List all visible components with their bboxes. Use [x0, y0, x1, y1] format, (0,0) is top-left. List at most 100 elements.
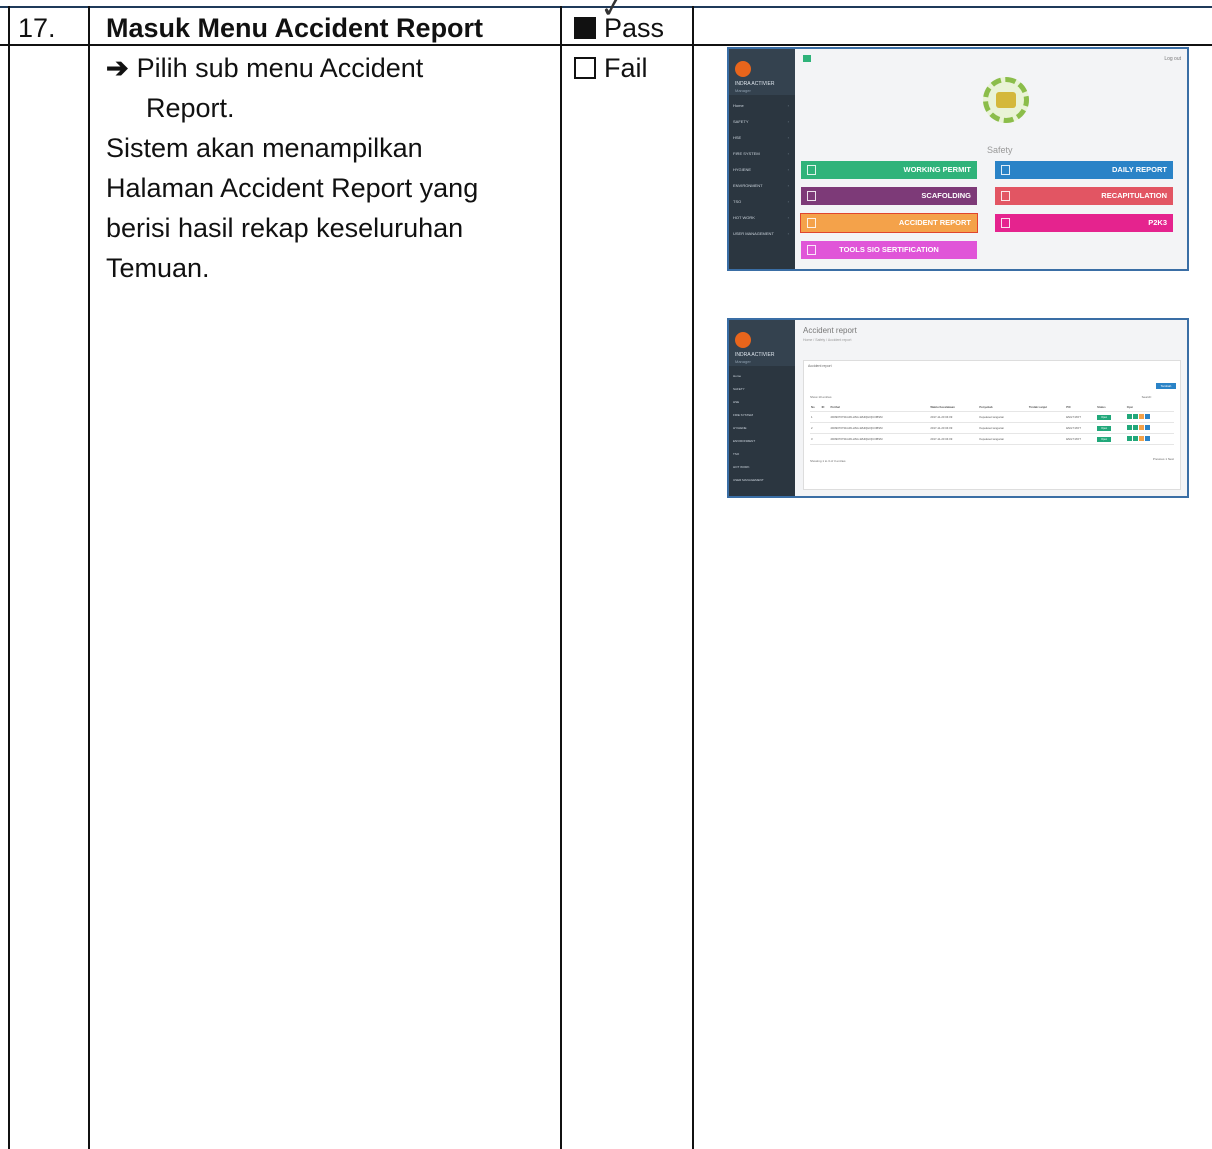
result-pass[interactable]: Pass — [574, 8, 664, 48]
cell-penyebab: Kepeleset tangucan — [978, 433, 1028, 445]
col-divider-1 — [88, 6, 90, 1149]
tile-accident-report[interactable]: ACCIDENT REPORT — [800, 213, 978, 233]
show-entries-select[interactable]: Show 10 entries — [810, 395, 832, 399]
edit-icon[interactable] — [1126, 414, 1132, 419]
fail-label: Fail — [604, 53, 648, 83]
tile-scafolding[interactable]: SCAFOLDING — [801, 187, 977, 205]
delete-icon[interactable] — [1144, 436, 1150, 441]
checkbox-checked-icon[interactable] — [574, 17, 596, 39]
sidebar-item[interactable]: FIRE SYSTEM — [733, 413, 791, 417]
sidebar-item[interactable]: TSO — [733, 452, 791, 456]
pagination[interactable]: Previous 1 Next — [1153, 457, 1174, 461]
sidebar-item[interactable]: HOT WORK — [733, 465, 791, 469]
users-icon — [807, 245, 816, 255]
cell-penyebab: Kepeleset tangucan — [978, 422, 1028, 434]
row-number: 17. — [18, 13, 56, 43]
sidebar-item[interactable]: SAFETY — [733, 387, 791, 391]
accident-report-panel: Accident report Tambah Show 10 entries S… — [803, 360, 1181, 490]
user-role: Manager — [735, 88, 751, 93]
view-icon[interactable] — [1132, 436, 1138, 441]
page-title: Accident report — [803, 326, 857, 335]
sidebar-item[interactable]: USER MANAGEMENT — [733, 478, 791, 482]
table-row: 2 2D09070731G09-HSG-WHD[HO]COBSM 2017-11… — [810, 422, 1174, 434]
col-header[interactable]: Status — [1096, 403, 1126, 412]
checkbox-empty-icon[interactable] — [574, 57, 596, 79]
cell-perihal: 2D09070731G09-HSG-WHD[HO]COBSM — [829, 433, 930, 445]
status-badge[interactable]: Open — [1097, 414, 1112, 420]
sidebar-item[interactable]: HSE — [733, 135, 791, 140]
table-row: 1 2D09070731G09-HSG-WHD[HO]COBSM 2017-11… — [810, 411, 1174, 423]
search-input[interactable]: Search: — [1142, 395, 1152, 399]
tile-tools-sio-sertification[interactable]: TOOLS SIO SERTIFICATION — [801, 241, 977, 259]
tile-recapitulation[interactable]: RECAPITULATION — [995, 187, 1173, 205]
sidebar-item[interactable]: HYGIENE — [733, 167, 791, 172]
edit-icon[interactable] — [1126, 436, 1132, 441]
cell-pic: ENGT MOT — [1065, 411, 1097, 423]
col-header[interactable]: Penyebab — [978, 403, 1028, 412]
sidebar-item[interactable]: TSO — [733, 199, 791, 204]
cell-penyebab: Kepeleset tangucan — [978, 411, 1028, 423]
description-line: Temuan. — [106, 253, 210, 283]
col-header[interactable]: PIC — [1065, 403, 1097, 412]
cell-no: 1 — [810, 411, 821, 423]
cell-waktu: 2017-11-20 04:09 — [929, 422, 979, 434]
sidebar-item[interactable]: HOT WORK — [733, 215, 791, 220]
description-line: berisi hasil rekap keseluruhan — [106, 213, 464, 243]
print-icon[interactable] — [1138, 436, 1144, 441]
user-role: Manager — [735, 359, 751, 364]
tile-working-permit[interactable]: WORKING PERMIT — [801, 161, 977, 179]
database-icon — [807, 165, 816, 175]
col-header[interactable]: Tindak Lanjut — [1027, 403, 1066, 412]
print-icon[interactable] — [1138, 414, 1144, 419]
col-header[interactable]: Waktu Kecelakaan — [929, 403, 979, 412]
document-icon — [1001, 165, 1010, 175]
sidebar-item[interactable]: Home — [733, 374, 791, 378]
tile-p2k3[interactable]: P2K3 — [995, 214, 1173, 232]
sidebar: INDRA ACTIVIER Manager Home SAFETY HSE F… — [729, 49, 795, 269]
cell-perihal: 2D09070731G09-HSG-WHD[HO]COBSM — [829, 411, 930, 423]
main-content: Log out Safety WORKING PERMIT DAILY REPO… — [797, 49, 1187, 269]
table-row: 3 2D09070731G09-HSG-WHD[HO]COBSM 2017-11… — [810, 433, 1174, 445]
document-icon — [1001, 191, 1010, 201]
delete-icon[interactable] — [1144, 425, 1150, 430]
col-header[interactable]: Opsi — [1125, 403, 1174, 412]
col-header[interactable]: ID — [820, 403, 830, 412]
delete-icon[interactable] — [1144, 414, 1150, 419]
sidebar-item[interactable]: USER MANAGEMENT — [733, 231, 791, 236]
sidebar-item[interactable]: ENVIRONMENT — [733, 439, 791, 443]
user-avatar — [735, 61, 751, 77]
cell-no: 2 — [810, 422, 821, 434]
screenshot-accident-report: INDRA ACTIVIER Manager Home SAFETY HSE F… — [727, 318, 1189, 498]
sidebar-item[interactable]: Home — [733, 103, 791, 108]
menu-toggle-icon[interactable] — [803, 55, 811, 62]
safety-logo-icon — [983, 77, 1029, 123]
wheelchair-icon — [807, 218, 816, 228]
arrow-icon: ➔ — [106, 53, 129, 83]
sidebar-item[interactable]: SAFETY — [733, 119, 791, 124]
cell-no: 3 — [810, 433, 821, 445]
user-avatar — [735, 332, 751, 348]
step-instruction: ➔ Pilih sub menu Accident — [106, 48, 423, 88]
status-badge[interactable]: Open — [1097, 436, 1112, 442]
print-icon[interactable] — [1138, 425, 1144, 430]
view-icon[interactable] — [1132, 425, 1138, 430]
col-header[interactable]: No — [810, 403, 821, 412]
sidebar-item[interactable]: HYGIENE — [733, 426, 791, 430]
table-header-row: No ID Perihal Waktu Kecelakaan Penyebab … — [810, 403, 1174, 412]
view-icon[interactable] — [1132, 414, 1138, 419]
table-footer-info: Showing 1 to 3 of 3 entries — [810, 459, 846, 463]
status-badge[interactable]: Open — [1097, 425, 1112, 431]
sidebar-item[interactable]: FIRE SYSTEM — [733, 151, 791, 156]
sidebar-item[interactable]: ENVIRONMENT — [733, 183, 791, 188]
edit-icon[interactable] — [1126, 425, 1132, 430]
col-header[interactable]: Perihal — [829, 403, 930, 412]
cell-pic: ENGT MOT — [1065, 422, 1097, 434]
description-line: Halaman Accident Report yang — [106, 173, 479, 203]
logout-link[interactable]: Log out — [1164, 56, 1181, 62]
sidebar-item[interactable]: HSE — [733, 400, 791, 404]
result-fail[interactable]: Fail — [574, 48, 664, 88]
add-button[interactable]: Tambah — [1156, 383, 1176, 389]
step-line-1: Pilih sub menu Accident — [136, 53, 424, 83]
sidebar: INDRA ACTIVIER Manager Home SAFETY HSE F… — [729, 320, 795, 496]
tile-daily-report[interactable]: DAILY REPORT — [995, 161, 1173, 179]
